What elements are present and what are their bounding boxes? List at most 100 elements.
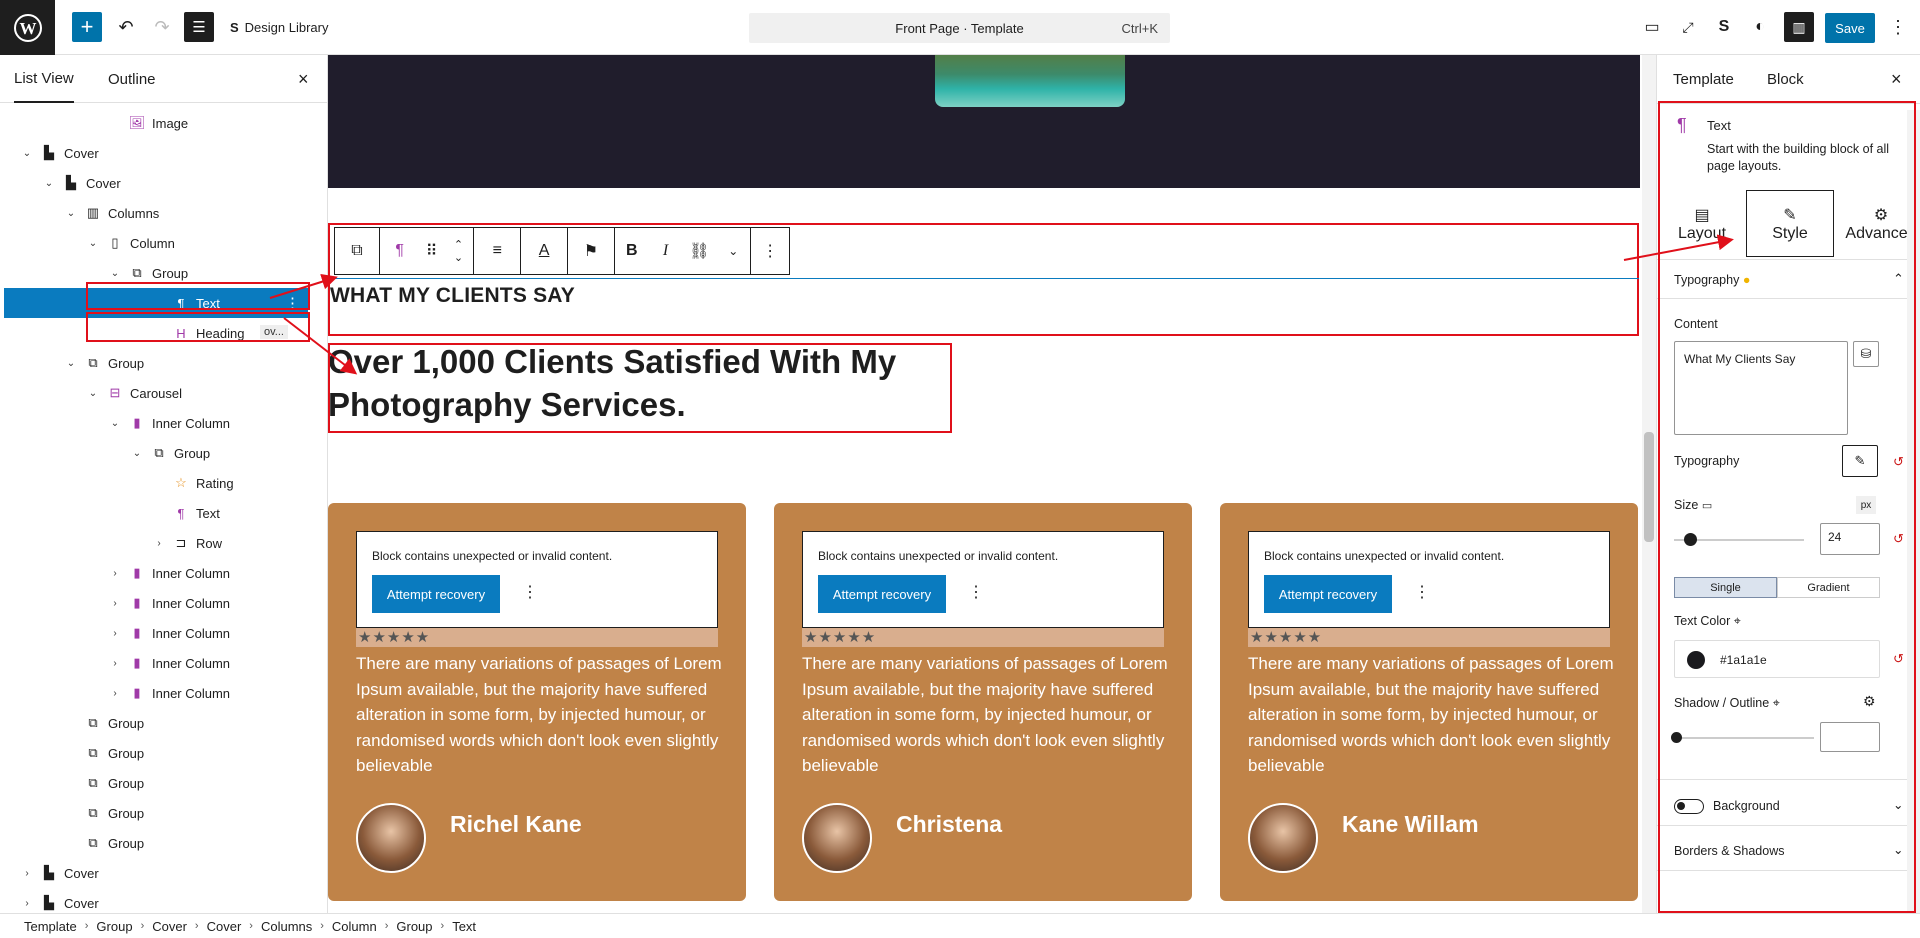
external-preview-icon[interactable]: ⤢ [1676, 12, 1700, 42]
chevron-right-icon: › [320, 920, 324, 932]
tree-item-text[interactable]: ¶ Text [0, 498, 327, 528]
testimonial-quote[interactable]: There are many variations of passages of… [356, 651, 726, 779]
rating-stars[interactable]: ★★★★★ [1248, 628, 1610, 647]
tree-item-inner-column[interactable]: › ▮ Inner Column [0, 678, 327, 708]
avatar[interactable] [356, 803, 426, 873]
client-name[interactable]: Richel Kane [450, 811, 582, 838]
breadcrumb-item[interactable]: Column [332, 919, 377, 934]
tree-item-columns[interactable]: ⌄ ▥ Columns [0, 198, 327, 228]
save-button[interactable]: Save [1825, 13, 1875, 43]
chevron-right-icon[interactable]: › [108, 688, 122, 699]
breadcrumb-item[interactable]: Text [452, 919, 476, 934]
inner-column-icon: ▮ [133, 415, 141, 430]
tree-item-image[interactable]: 🖼 Image [0, 108, 327, 138]
tree-item-group[interactable]: ⧉ Group [0, 738, 327, 768]
tree-item-carousel[interactable]: ⌄ ⊟ Carousel [0, 378, 327, 408]
settings-sidebar-icon[interactable]: ▥ [1784, 12, 1814, 42]
tab-list-view[interactable]: List View [14, 55, 74, 103]
canvas-scrollbar-thumb[interactable] [1644, 432, 1654, 542]
tab-outline[interactable]: Outline [108, 55, 156, 103]
undo-icon[interactable]: ↶ [112, 12, 140, 42]
tree-item-row[interactable]: › ⊐ Row [0, 528, 327, 558]
tree-item-cover[interactable]: ⌄ ▙ Cover [0, 138, 327, 168]
chevron-down-icon[interactable]: ⌄ [130, 448, 144, 459]
breadcrumb-item[interactable]: Cover [152, 919, 187, 934]
tree-item-column[interactable]: ⌄ ▯ Column [0, 228, 327, 258]
breadcrumb-item[interactable]: Columns [261, 919, 312, 934]
avatar[interactable] [1248, 803, 1318, 873]
chevron-right-icon[interactable]: › [108, 658, 122, 669]
tab-block[interactable]: Block [1767, 55, 1804, 103]
attempt-recovery-button[interactable]: Attempt recovery [818, 575, 946, 613]
testimonial-quote[interactable]: There are many variations of passages of… [1248, 651, 1618, 779]
redo-icon[interactable]: ↷ [148, 12, 176, 42]
shortcut-hint: Ctrl+K [1121, 20, 1158, 36]
chevron-down-icon[interactable]: ⌄ [20, 148, 34, 159]
tab-template[interactable]: Template [1673, 55, 1734, 103]
group-icon: ⧉ [154, 445, 164, 460]
tree-item-inner-column[interactable]: › ▮ Inner Column [0, 588, 327, 618]
chevron-down-icon[interactable]: ⌄ [86, 388, 100, 399]
testimonial-card[interactable]: Block contains unexpected or invalid con… [774, 503, 1192, 901]
breadcrumb-item[interactable]: Cover [207, 919, 242, 934]
group-icon: ⧉ [88, 745, 98, 760]
attempt-recovery-button[interactable]: Attempt recovery [372, 575, 500, 613]
testimonial-card[interactable]: Block contains unexpected or invalid con… [328, 503, 746, 901]
tree-item-group[interactable]: ⌄ ⧉ Group [0, 348, 327, 378]
chevron-right-icon[interactable]: › [20, 868, 34, 879]
tree-item-cover[interactable]: › ▙ Cover [0, 888, 327, 913]
tree-item-inner-column[interactable]: › ▮ Inner Column [0, 558, 327, 588]
close-sidebar-icon[interactable]: × [1891, 55, 1902, 103]
attempt-recovery-button[interactable]: Attempt recovery [1264, 575, 1392, 613]
wordpress-logo[interactable]: W [0, 0, 55, 55]
spectra-icon[interactable]: S [1712, 12, 1736, 42]
chevron-down-icon[interactable]: ⌄ [64, 208, 78, 219]
breadcrumb-item[interactable]: Template [24, 919, 77, 934]
chevron-right-icon[interactable]: › [108, 568, 122, 579]
options-menu-icon[interactable]: ⋮ [1888, 12, 1908, 42]
device-preview-icon[interactable]: ▭ [1640, 12, 1664, 42]
more-options-icon[interactable]: ⋮ [968, 582, 984, 602]
client-name[interactable]: Christena [896, 811, 1002, 838]
chevron-right-icon[interactable]: › [152, 538, 166, 549]
tree-item-group[interactable]: ⧉ Group [0, 798, 327, 828]
rating-stars[interactable]: ★★★★★ [802, 628, 1164, 647]
chevron-right-icon[interactable]: › [108, 628, 122, 639]
styles-icon[interactable]: ◐ [1748, 12, 1772, 42]
chevron-down-icon[interactable]: ⌄ [108, 418, 122, 429]
tree-item-group[interactable]: ⌄ ⧉ Group [0, 438, 327, 468]
tree-item-label: Group [152, 265, 189, 281]
document-overview-icon[interactable]: ☰ [184, 12, 214, 42]
document-title-bar[interactable]: Front Page · Template Ctrl+K [749, 13, 1170, 43]
waterfall-image[interactable] [935, 55, 1125, 107]
tree-item-group[interactable]: ⧉ Group [0, 768, 327, 798]
warning-text: Block contains unexpected or invalid con… [818, 549, 1059, 563]
tree-item-rating[interactable]: ☆ Rating [0, 468, 327, 498]
tree-item-group[interactable]: ⧉ Group [0, 708, 327, 738]
tree-item-cover[interactable]: ⌄ ▙ Cover [0, 168, 327, 198]
chevron-down-icon[interactable]: ⌄ [42, 178, 56, 189]
client-name[interactable]: Kane Willam [1342, 811, 1479, 838]
add-block-button[interactable]: + [72, 12, 102, 42]
tree-item-inner-column[interactable]: › ▮ Inner Column [0, 618, 327, 648]
tree-item-inner-column[interactable]: › ▮ Inner Column [0, 648, 327, 678]
editor-canvas[interactable]: ⧉ ¶ ⠿ ⌃ ⌄ ≡ A ⚑ B I ⛓ ⌄ ⋮ WHAT MY CLIENTS… [328, 55, 1640, 913]
close-icon[interactable]: × [298, 55, 309, 103]
chevron-down-icon[interactable]: ⌄ [86, 238, 100, 249]
chevron-right-icon[interactable]: › [20, 898, 34, 909]
chevron-down-icon[interactable]: ⌄ [64, 358, 78, 369]
tree-item-cover[interactable]: › ▙ Cover [0, 858, 327, 888]
avatar[interactable] [802, 803, 872, 873]
more-options-icon[interactable]: ⋮ [522, 582, 538, 602]
chevron-right-icon[interactable]: › [108, 598, 122, 609]
tree-item-group[interactable]: ⧉ Group [0, 828, 327, 858]
breadcrumb-item[interactable]: Group [396, 919, 432, 934]
breadcrumb-item[interactable]: Group [96, 919, 132, 934]
testimonial-quote[interactable]: There are many variations of passages of… [802, 651, 1172, 779]
testimonial-card[interactable]: Block contains unexpected or invalid con… [1220, 503, 1638, 901]
more-options-icon[interactable]: ⋮ [1414, 582, 1430, 602]
tree-item-inner-column[interactable]: ⌄ ▮ Inner Column [0, 408, 327, 438]
rating-stars[interactable]: ★★★★★ [356, 628, 718, 647]
design-library-button[interactable]: S Design Library [230, 12, 370, 42]
chevron-down-icon[interactable]: ⌄ [108, 268, 122, 279]
